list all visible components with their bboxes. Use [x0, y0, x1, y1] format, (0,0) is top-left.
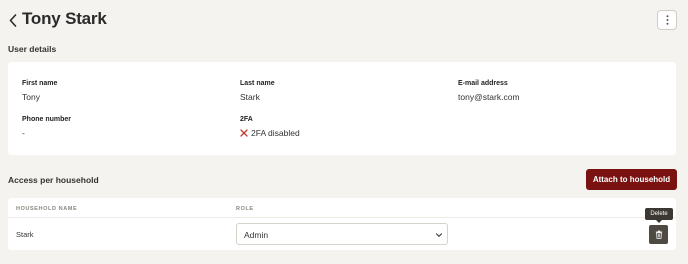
page-title: Tony Stark	[22, 9, 107, 28]
table-divider	[8, 217, 676, 218]
email-label: E-mail address	[458, 80, 508, 87]
twofa-status: 2FA disabled	[240, 128, 300, 138]
more-options-button[interactable]	[657, 10, 677, 30]
column-header-household-name: HOUSEHOLD NAME	[16, 206, 78, 212]
household-name-cell: Stark	[16, 230, 34, 239]
first-name-label: First name	[22, 80, 58, 87]
back-button[interactable]	[6, 10, 20, 30]
last-name-label: Last name	[240, 80, 275, 87]
user-details-heading: User details	[8, 44, 57, 54]
households-heading: Access per household	[8, 175, 99, 185]
role-select[interactable]: Admin	[236, 223, 448, 245]
user-details-card: First name Tony Last name Stark E-mail a…	[8, 62, 676, 155]
attach-to-household-button[interactable]: Attach to household	[586, 169, 677, 190]
delete-button[interactable]	[649, 225, 668, 244]
twofa-value: 2FA disabled	[251, 128, 300, 138]
chevron-left-icon	[9, 13, 17, 27]
phone-label: Phone number	[22, 116, 72, 123]
tooltip-arrow	[656, 220, 662, 223]
x-icon	[240, 129, 248, 137]
last-name-value: Stark	[240, 92, 260, 102]
delete-tooltip: Delete	[645, 208, 673, 220]
role-select-value: Admin	[244, 230, 269, 240]
chevron-down-icon	[435, 233, 443, 237]
email-value: tony@stark.com	[458, 92, 520, 102]
column-header-role: ROLE	[236, 206, 254, 212]
first-name-value: Tony	[22, 92, 40, 102]
twofa-label: 2FA	[240, 116, 253, 123]
page-header: Tony Stark	[0, 0, 688, 40]
trash-icon	[655, 230, 662, 239]
phone-value: -	[22, 128, 25, 138]
households-table: HOUSEHOLD NAME ROLE Stark Admin	[8, 198, 676, 250]
kebab-menu-icon	[666, 15, 668, 25]
